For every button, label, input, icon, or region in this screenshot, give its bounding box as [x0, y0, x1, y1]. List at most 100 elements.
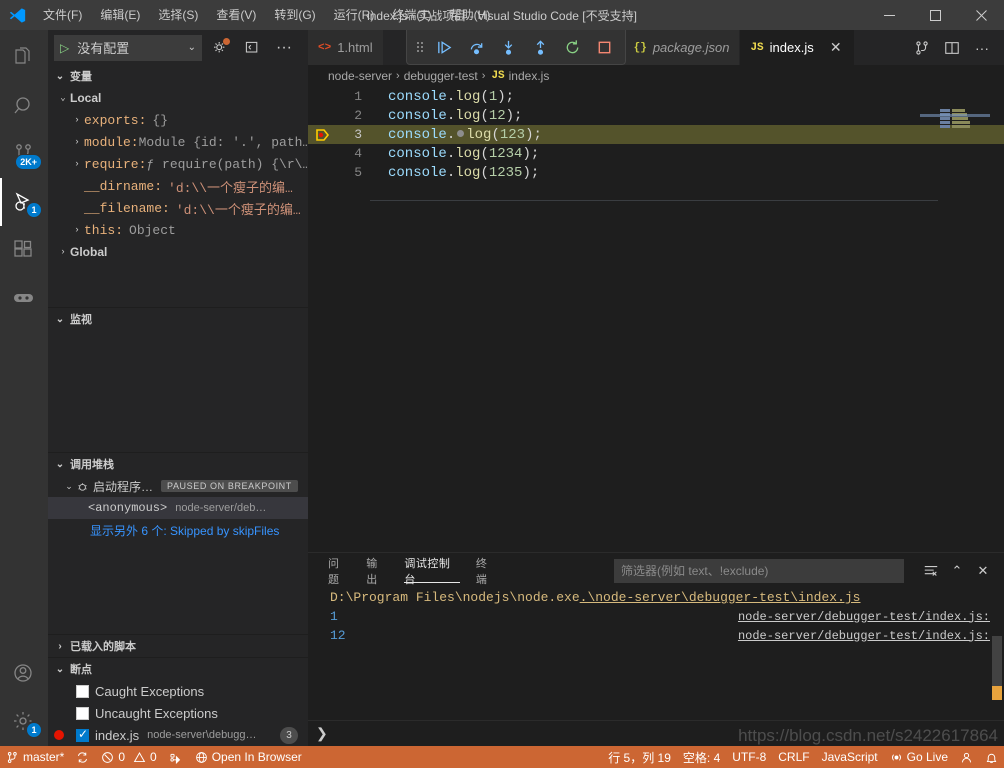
- debug-floating-toolbar[interactable]: [406, 30, 626, 65]
- code-editor[interactable]: 1 console.log(1); 2 console.log(12); 3 c…: [308, 87, 1004, 552]
- minimap[interactable]: [920, 87, 990, 552]
- scope-local[interactable]: ⌄ Local: [48, 87, 308, 109]
- debug-more-actions-button[interactable]: ···: [270, 35, 298, 61]
- more-actions-icon[interactable]: ···: [968, 34, 996, 62]
- debug-console-toggle-button[interactable]: [238, 35, 266, 61]
- code-line[interactable]: 2 console.log(12);: [308, 106, 1004, 125]
- breakpoint-checkbox[interactable]: [76, 727, 89, 742]
- panel-tab-problems[interactable]: 问题: [328, 553, 350, 588]
- variable-row[interactable]: › exports: {}: [48, 109, 308, 131]
- status-accounts-icon[interactable]: [954, 746, 979, 768]
- scope-global[interactable]: › Global: [48, 241, 308, 263]
- panel-tab-output[interactable]: 输出: [366, 553, 388, 588]
- tab-package-json[interactable]: {} package.json: [623, 30, 741, 65]
- menu-view[interactable]: 查看(V): [207, 0, 265, 30]
- collapse-panel-icon[interactable]: ⌃: [946, 560, 968, 582]
- status-eol[interactable]: CRLF: [772, 746, 815, 768]
- variable-row[interactable]: › this: Object: [48, 219, 308, 241]
- minimize-button[interactable]: [866, 0, 912, 30]
- console-source-link[interactable]: node-server/debugger-test/index.js:: [738, 629, 990, 643]
- debug-step-out-button[interactable]: [525, 34, 555, 60]
- activity-search[interactable]: [0, 82, 48, 130]
- breadcrumb-segment[interactable]: index.js: [509, 69, 550, 83]
- callstack-more-row[interactable]: 显示另外 6 个: Skipped by skipFiles: [48, 519, 308, 541]
- loaded-scripts-section-header[interactable]: › 已载入的脚本: [48, 635, 308, 657]
- callstack-frame-row[interactable]: <anonymous> node-server/deb…: [48, 497, 308, 519]
- status-branch[interactable]: master*: [0, 746, 70, 768]
- close-panel-icon[interactable]: ✕: [972, 560, 994, 582]
- status-problems[interactable]: 0 0: [95, 746, 162, 768]
- debug-stop-button[interactable]: [589, 34, 619, 60]
- status-ports[interactable]: [163, 746, 189, 768]
- console-filter-input[interactable]: [614, 558, 904, 583]
- breakpoint-row[interactable]: index.js node-server\debugg… 3: [48, 724, 308, 746]
- variable-row[interactable]: __dirname: 'd:\\一个瘦子的编…: [48, 175, 308, 197]
- menu-selection[interactable]: 选择(S): [149, 0, 207, 30]
- breakpoint-checkbox[interactable]: [76, 706, 89, 720]
- breakpoint-row[interactable]: Caught Exceptions: [48, 680, 308, 702]
- activity-extensions[interactable]: [0, 226, 48, 274]
- activity-explorer[interactable]: [0, 34, 48, 82]
- code-line[interactable]: 1 console.log(1);: [308, 87, 1004, 106]
- start-debug-icon[interactable]: ▷: [60, 41, 69, 55]
- activity-run-and-debug[interactable]: 1: [0, 178, 48, 226]
- status-go-live[interactable]: Go Live: [884, 746, 954, 768]
- menu-go[interactable]: 转到(G): [265, 0, 324, 30]
- show-more-frames-link[interactable]: 显示另外 6 个: Skipped by skipFiles: [48, 522, 279, 539]
- panel-tab-debug-console[interactable]: 调试控制台: [404, 553, 461, 588]
- clear-console-icon[interactable]: [920, 560, 942, 582]
- minimap-slider[interactable]: [920, 114, 990, 117]
- drag-handle-icon[interactable]: [413, 38, 427, 56]
- code-line[interactable]: 4 console.log(1234);: [308, 144, 1004, 163]
- debug-console-input[interactable]: ❯: [308, 720, 1004, 746]
- watch-section-header[interactable]: ⌄ 监视: [48, 308, 308, 330]
- activity-accounts[interactable]: [0, 650, 48, 698]
- console-source-link[interactable]: node-server/debugger-test/index.js:: [738, 610, 990, 624]
- console-scrollbar-thumb[interactable]: [992, 686, 1002, 700]
- tab-index-js[interactable]: JS index.js ✕: [740, 30, 855, 65]
- variables-section-header[interactable]: ⌄ 变量: [48, 65, 308, 87]
- run-debug-file-icon[interactable]: [908, 34, 936, 62]
- split-editor-icon[interactable]: [938, 34, 966, 62]
- code-line-current[interactable]: 3 console. log(123);: [308, 125, 1004, 144]
- menu-run[interactable]: 运行(R): [325, 0, 384, 30]
- inline-breakpoint-dot-icon[interactable]: [457, 130, 465, 138]
- status-indentation[interactable]: 空格: 4: [677, 746, 726, 768]
- status-open-in-browser[interactable]: Open In Browser: [189, 746, 308, 768]
- activity-source-control[interactable]: 2K+: [0, 130, 48, 178]
- status-language-mode[interactable]: JavaScript: [816, 746, 884, 768]
- breakpoint-glyph-icon[interactable]: [308, 127, 338, 143]
- debug-continue-button[interactable]: [429, 34, 459, 60]
- menu-edit[interactable]: 编辑(E): [91, 0, 149, 30]
- panel-tab-terminal[interactable]: 终端: [476, 553, 498, 588]
- menu-terminal[interactable]: 终端(T): [383, 0, 440, 30]
- breakpoint-row[interactable]: Uncaught Exceptions: [48, 702, 308, 724]
- variable-row[interactable]: › require: ƒ require(path) {\r\…: [48, 153, 308, 175]
- activity-settings[interactable]: 1: [0, 698, 48, 746]
- debug-config-dropdown[interactable]: ▷ 没有配置 ⌄: [54, 34, 202, 61]
- menu-help[interactable]: 帮助(H): [441, 0, 500, 30]
- editor-scrollbar[interactable]: [990, 87, 1004, 552]
- variable-row[interactable]: __filename: 'd:\\一个瘦子的编…: [48, 197, 308, 219]
- callstack-section-header[interactable]: ⌄ 调用堆栈: [48, 453, 308, 475]
- debug-console-output[interactable]: D:\Program Files\nodejs\node.exe .\node-…: [308, 588, 1004, 720]
- breakpoints-section-header[interactable]: ⌄ 断点: [48, 658, 308, 680]
- debug-step-over-button[interactable]: [461, 34, 491, 60]
- breakpoint-checkbox[interactable]: [76, 684, 89, 698]
- menu-file[interactable]: 文件(F): [34, 0, 91, 30]
- tab-1-html[interactable]: <> 1.html: [308, 30, 384, 65]
- debug-restart-button[interactable]: [557, 34, 587, 60]
- debug-step-into-button[interactable]: [493, 34, 523, 60]
- maximize-button[interactable]: [912, 0, 958, 30]
- debug-session-row[interactable]: ⌄ 启动程序… PAUSED ON BREAKPOINT: [48, 475, 308, 497]
- variable-row[interactable]: › module: Module {id: '.', path…: [48, 131, 308, 153]
- code-line[interactable]: 5 console.log(1235);: [308, 163, 1004, 182]
- status-cursor-position[interactable]: 行 5，列 19: [602, 746, 677, 768]
- breadcrumb-segment[interactable]: debugger-test: [404, 69, 478, 83]
- open-launch-json-button[interactable]: [206, 35, 234, 61]
- activity-gamepad[interactable]: [0, 274, 48, 322]
- status-encoding[interactable]: UTF-8: [726, 746, 772, 768]
- breadcrumb-segment[interactable]: node-server: [328, 69, 392, 83]
- console-command-arg[interactable]: .\node-server\debugger-test\index.js: [580, 590, 861, 605]
- status-sync[interactable]: [70, 746, 95, 768]
